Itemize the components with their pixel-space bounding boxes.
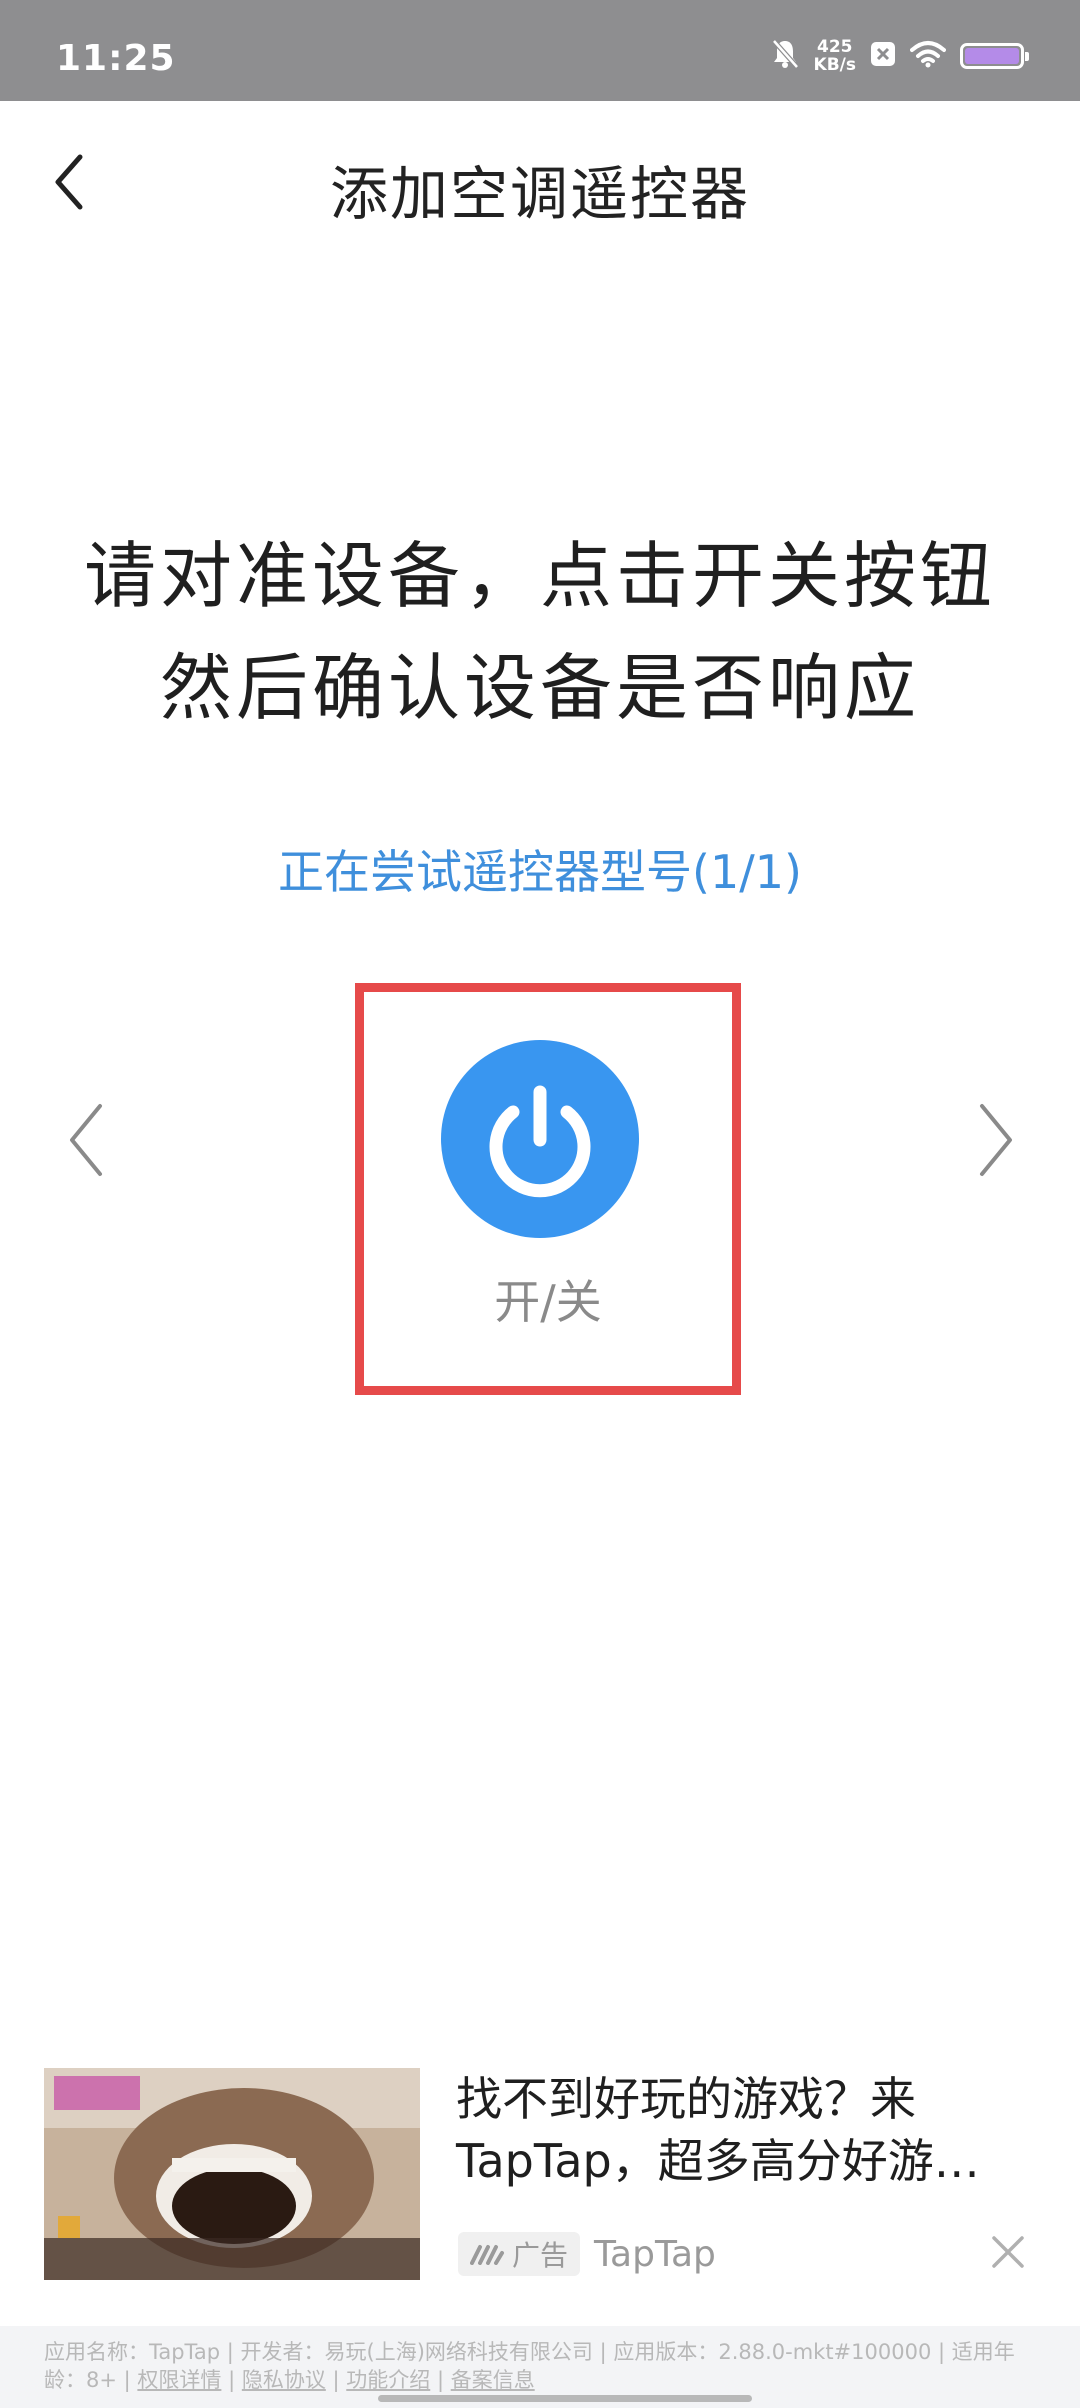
instruction-line-2: 然后确认设备是否响应 bbox=[159, 646, 920, 730]
battery-icon bbox=[960, 43, 1029, 69]
power-button[interactable] bbox=[441, 1040, 639, 1238]
nav-bar: 添加空调遥控器 bbox=[0, 101, 1080, 261]
ad-banner[interactable]: 找不到好玩的游戏？来TapTap，超多高分好游… 广告 TapTap bbox=[0, 2050, 1080, 2330]
separator: | bbox=[430, 2368, 451, 2392]
previous-model-button[interactable] bbox=[62, 1100, 112, 1180]
filing-info-link[interactable]: 备案信息 bbox=[451, 2368, 535, 2392]
separator: | bbox=[325, 2368, 347, 2392]
instruction-text: 请对准设备，点击开关按钮 然后确认设备是否响应 bbox=[0, 520, 1080, 744]
status-bar: 11:25 425 KB/s bbox=[0, 0, 1080, 101]
ad-badge: 广告 bbox=[458, 2232, 581, 2276]
bell-off-icon bbox=[770, 38, 800, 74]
close-box-icon bbox=[870, 41, 896, 71]
net-speed-unit: KB/s bbox=[813, 55, 856, 75]
app-info-text: 应用名称：TapTap | 开发者：易玩(上海)网络科技有限公司 | 应用版本：… bbox=[44, 2338, 1034, 2394]
home-indicator[interactable] bbox=[378, 2395, 752, 2402]
ad-badge-label: 广告 bbox=[512, 2239, 569, 2272]
ad-source: TapTap bbox=[594, 2234, 716, 2275]
status-time: 11:25 bbox=[56, 38, 176, 79]
chevron-left-icon bbox=[70, 1104, 102, 1176]
ad-image bbox=[44, 2068, 420, 2280]
separator: | bbox=[221, 2368, 242, 2392]
ad-thumbnail[interactable] bbox=[44, 2068, 420, 2280]
page-title: 添加空调遥控器 bbox=[329, 160, 750, 228]
power-icon bbox=[489, 1085, 591, 1198]
net-speed-value: 425 bbox=[817, 37, 853, 57]
status-icons: 425 KB/s bbox=[770, 36, 1029, 76]
next-model-button[interactable] bbox=[970, 1100, 1020, 1180]
wifi-icon bbox=[910, 40, 946, 72]
chevron-right-icon bbox=[980, 1104, 1012, 1176]
battery-fill bbox=[965, 48, 1019, 64]
trying-model-status: 正在尝试遥控器型号(1/1) bbox=[278, 845, 802, 899]
power-label: 开/关 bbox=[494, 1275, 602, 1329]
ad-logo-icon bbox=[470, 2245, 504, 2265]
close-icon bbox=[992, 2236, 1024, 2268]
instruction-line-1: 请对准设备，点击开关按钮 bbox=[83, 534, 996, 618]
ad-close-button[interactable] bbox=[988, 2232, 1028, 2272]
permission-details-link[interactable]: 权限详情 bbox=[137, 2368, 221, 2392]
feature-intro-link[interactable]: 功能介绍 bbox=[346, 2368, 430, 2392]
privacy-policy-link[interactable]: 隐私协议 bbox=[242, 2368, 326, 2392]
net-speed: 425 KB/s bbox=[814, 38, 856, 74]
ad-title[interactable]: 找不到好玩的游戏？来TapTap，超多高分好游… bbox=[456, 2068, 1036, 2192]
